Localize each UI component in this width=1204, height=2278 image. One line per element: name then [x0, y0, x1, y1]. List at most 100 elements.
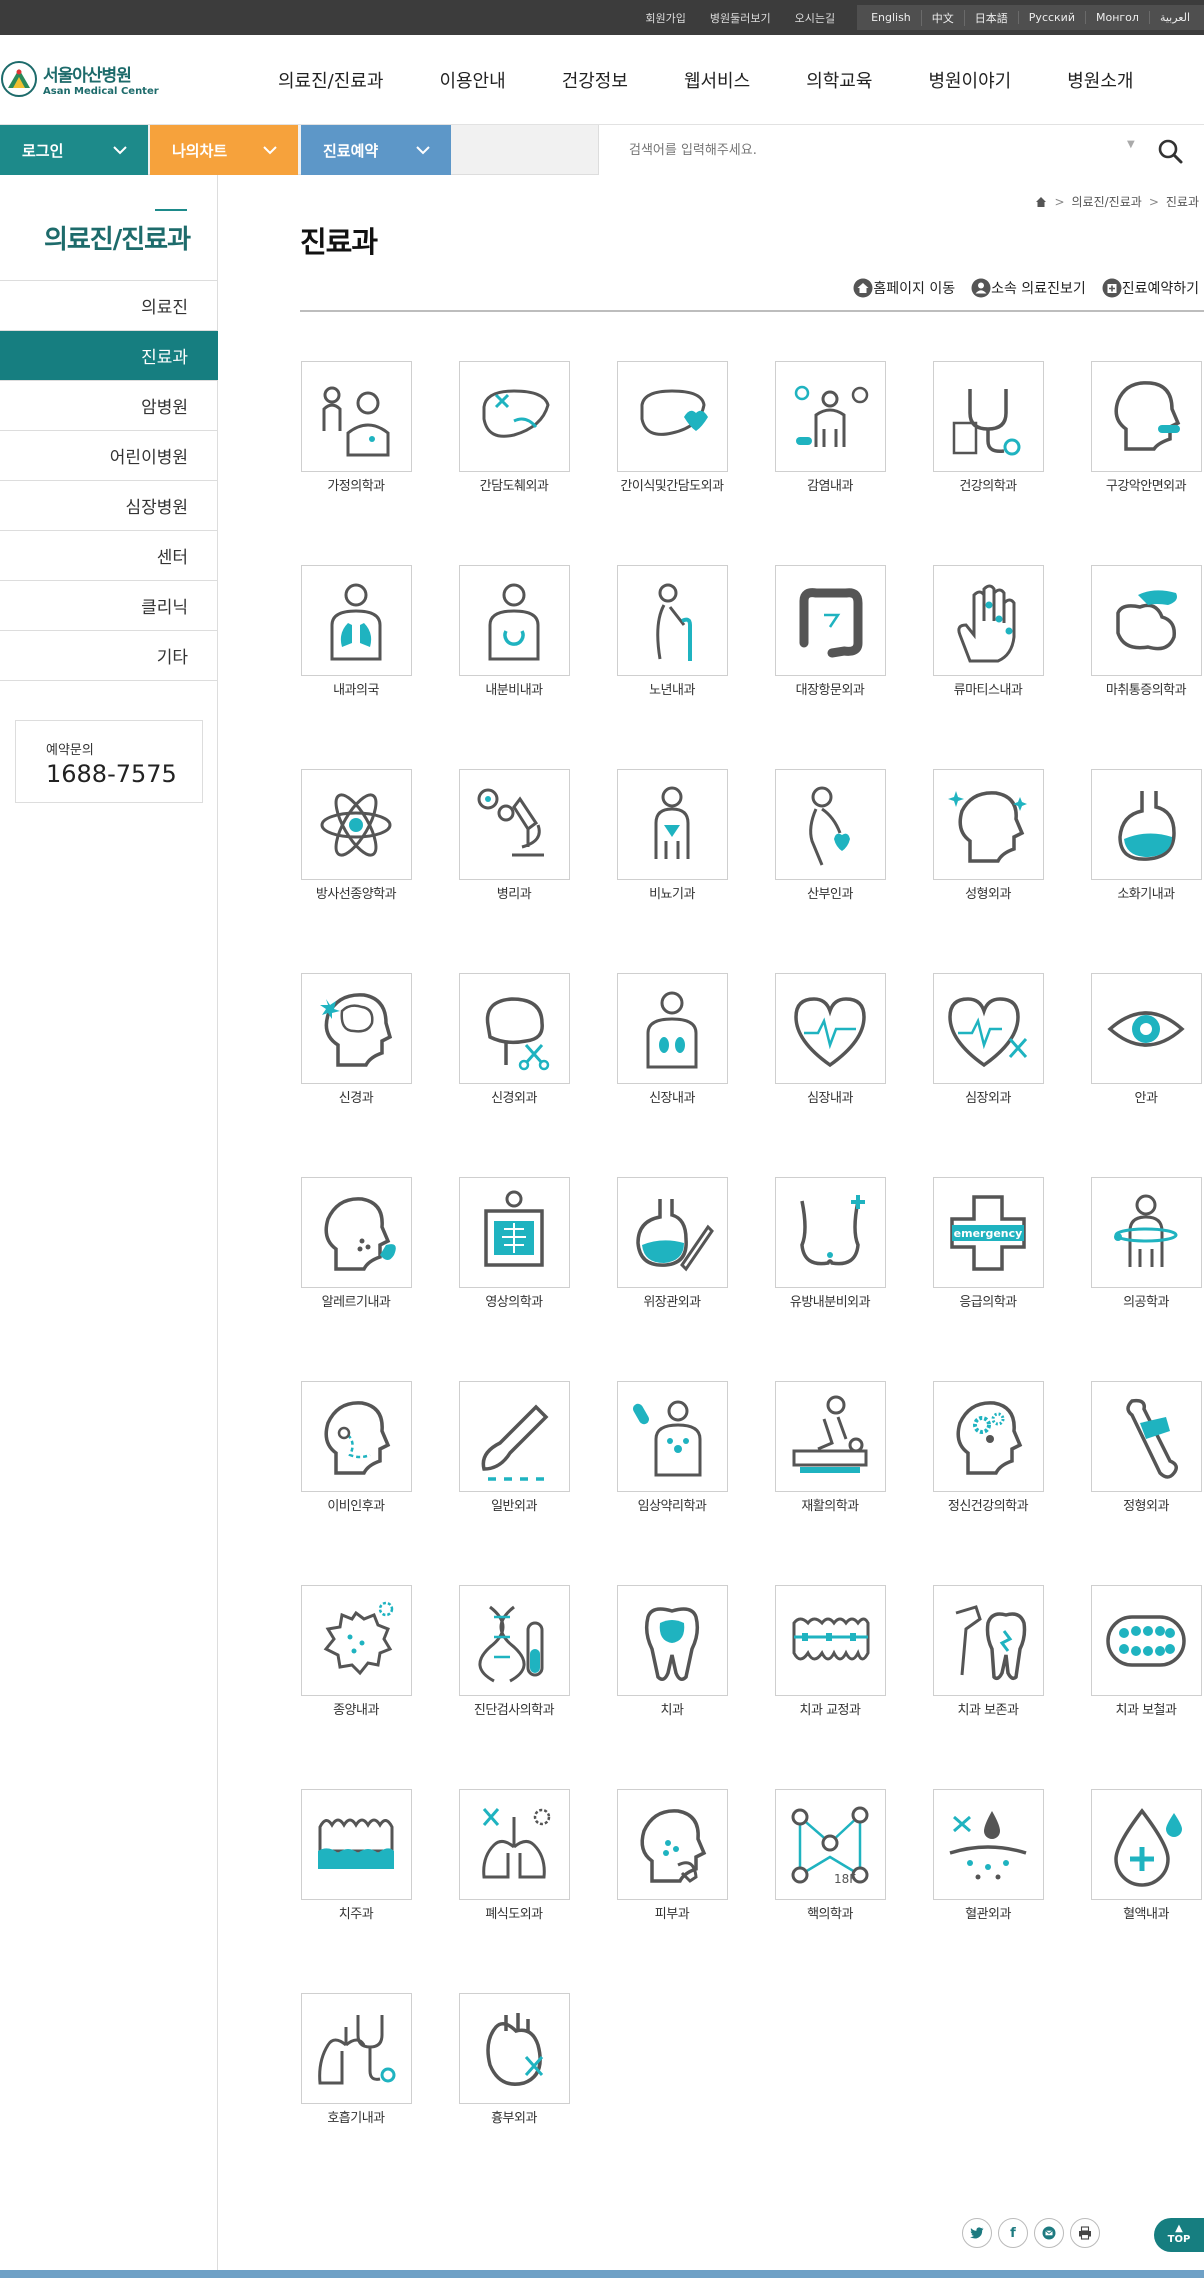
- gum-icon[interactable]: [300, 1789, 412, 1900]
- department-name[interactable]: 가정의학과: [284, 478, 429, 495]
- department-name[interactable]: 방사선종양학과: [284, 886, 429, 903]
- department-name[interactable]: 이비인후과: [284, 1498, 429, 1515]
- department-item[interactable]: emergency 응급의학과: [913, 1177, 1063, 1311]
- lungs-body-icon[interactable]: [300, 565, 412, 676]
- department-item[interactable]: 혈관외과: [913, 1789, 1063, 1923]
- department-item[interactable]: 피부과: [597, 1789, 747, 1923]
- department-name[interactable]: 정형외과: [1074, 1498, 1204, 1515]
- gnb-hospital-story[interactable]: 병원이야기: [928, 67, 1011, 93]
- department-item[interactable]: 폐식도외과: [439, 1789, 589, 1923]
- face-mouth-icon[interactable]: [1090, 361, 1202, 472]
- department-item[interactable]: 내분비내과: [439, 565, 589, 699]
- atom-icon[interactable]: [300, 769, 412, 880]
- department-item[interactable]: 치과 보철과: [1071, 1585, 1204, 1719]
- department-name[interactable]: 임상약리학과: [600, 1498, 745, 1515]
- department-item[interactable]: 류마티스내과: [913, 565, 1063, 699]
- home-icon[interactable]: [1035, 196, 1047, 208]
- lang-japanese[interactable]: 日本語: [963, 9, 1018, 26]
- department-name[interactable]: 심장내과: [758, 1090, 903, 1107]
- lang-mongolian[interactable]: Монгол: [1084, 11, 1149, 24]
- breast-icon[interactable]: [774, 1177, 886, 1288]
- dermatology-icon[interactable]: [616, 1789, 728, 1900]
- brain-scissors-icon[interactable]: [458, 973, 570, 1084]
- department-item[interactable]: 치과 교정과: [755, 1585, 905, 1719]
- book-appointment-link[interactable]: 진료예약하기: [1102, 278, 1199, 298]
- department-item[interactable]: 방사선종양학과: [281, 769, 431, 903]
- nuclear-graph-icon[interactable]: 18F: [774, 1789, 886, 1900]
- search-input[interactable]: [629, 137, 1109, 163]
- department-item[interactable]: 일반외과: [439, 1381, 589, 1515]
- department-name[interactable]: 응급의학과: [916, 1294, 1061, 1311]
- util-link-tour[interactable]: 병원둘러보기: [710, 10, 771, 26]
- department-name[interactable]: 일반외과: [442, 1498, 587, 1515]
- xray-icon[interactable]: [458, 1177, 570, 1288]
- sidebar-item-departments[interactable]: 진료과: [0, 331, 218, 381]
- ent-head-icon[interactable]: [300, 1381, 412, 1492]
- department-name[interactable]: 노년내과: [600, 682, 745, 699]
- biomedical-body-icon[interactable]: [1090, 1177, 1202, 1288]
- department-item[interactable]: 알레르기내과: [281, 1177, 431, 1311]
- lang-english[interactable]: English: [861, 11, 921, 24]
- department-item[interactable]: 정신건강의학과: [913, 1381, 1063, 1515]
- pharmacology-icon[interactable]: [616, 1381, 728, 1492]
- my-chart-button[interactable]: 나의차트: [150, 125, 298, 175]
- twitter-icon[interactable]: [962, 2218, 992, 2248]
- sidebar-item-cancer-hospital[interactable]: 암병원: [0, 381, 218, 431]
- department-item[interactable]: 종양내과: [281, 1585, 431, 1719]
- denture-icon[interactable]: [1090, 1585, 1202, 1696]
- department-name[interactable]: 정신건강의학과: [916, 1498, 1061, 1515]
- department-item[interactable]: 구강악안면외과: [1071, 361, 1204, 495]
- department-name[interactable]: 안과: [1074, 1090, 1204, 1107]
- thoracic-heart-icon[interactable]: [458, 1993, 570, 2104]
- colon-icon[interactable]: [774, 565, 886, 676]
- department-item[interactable]: 안과: [1071, 973, 1204, 1107]
- util-link-signup[interactable]: 회원가입: [645, 10, 685, 26]
- department-item[interactable]: 의공학과: [1071, 1177, 1204, 1311]
- department-name[interactable]: 내분비내과: [442, 682, 587, 699]
- stethoscope-icon[interactable]: [932, 361, 1044, 472]
- lang-chinese[interactable]: 中文: [920, 9, 964, 26]
- department-name[interactable]: 핵의학과: [758, 1906, 903, 1923]
- department-name[interactable]: 흉부외과: [442, 2110, 587, 2127]
- search-icon[interactable]: [1155, 136, 1185, 166]
- department-name[interactable]: 치과 교정과: [758, 1702, 903, 1719]
- department-item[interactable]: 치주과: [281, 1789, 431, 1923]
- elderly-cane-icon[interactable]: [616, 565, 728, 676]
- department-name[interactable]: 호흡기내과: [284, 2110, 429, 2127]
- department-name[interactable]: 마취통증의학과: [1074, 682, 1204, 699]
- mail-icon[interactable]: [1034, 2218, 1064, 2248]
- department-name[interactable]: 신경외과: [442, 1090, 587, 1107]
- tooth-icon[interactable]: [616, 1585, 728, 1696]
- department-name[interactable]: 위장관외과: [600, 1294, 745, 1311]
- hand-joints-icon[interactable]: [932, 565, 1044, 676]
- department-name[interactable]: 종양내과: [284, 1702, 429, 1719]
- lung-surgery-icon[interactable]: [458, 1789, 570, 1900]
- gnb-medical-education[interactable]: 의학교육: [806, 67, 872, 93]
- lungs-stethoscope-icon[interactable]: [300, 1993, 412, 2104]
- department-name[interactable]: 내과의국: [284, 682, 429, 699]
- allergy-head-icon[interactable]: [300, 1177, 412, 1288]
- department-item[interactable]: 간이식및간담도외과: [597, 361, 747, 495]
- department-item[interactable]: 간담도췌외과: [439, 361, 589, 495]
- department-name[interactable]: 비뇨기과: [600, 886, 745, 903]
- department-name[interactable]: 폐식도외과: [442, 1906, 587, 1923]
- department-item[interactable]: 건강의학과: [913, 361, 1063, 495]
- tumor-cell-icon[interactable]: [300, 1585, 412, 1696]
- department-name[interactable]: 병리과: [442, 886, 587, 903]
- department-name[interactable]: 피부과: [600, 1906, 745, 1923]
- stomach-icon[interactable]: [1090, 769, 1202, 880]
- department-name[interactable]: 류마티스내과: [916, 682, 1061, 699]
- department-item[interactable]: 진단검사의학과: [439, 1585, 589, 1719]
- department-item[interactable]: 성형외과: [913, 769, 1063, 903]
- breadcrumb-item[interactable]: 의료진/진료과: [1072, 193, 1142, 210]
- eye-icon[interactable]: [1090, 973, 1202, 1084]
- liver-transplant-icon[interactable]: [616, 361, 728, 472]
- family-doctor-icon[interactable]: [300, 361, 412, 472]
- department-item[interactable]: 18F 핵의학과: [755, 1789, 905, 1923]
- department-item[interactable]: 혈액내과: [1071, 1789, 1204, 1923]
- department-item[interactable]: 마취통증의학과: [1071, 565, 1204, 699]
- site-logo[interactable]: 서울아산병원 Asan Medical Center: [0, 60, 159, 98]
- department-name[interactable]: 영상의학과: [442, 1294, 587, 1311]
- sidebar-item-etc[interactable]: 기타: [0, 631, 218, 681]
- department-name[interactable]: 재활의학과: [758, 1498, 903, 1515]
